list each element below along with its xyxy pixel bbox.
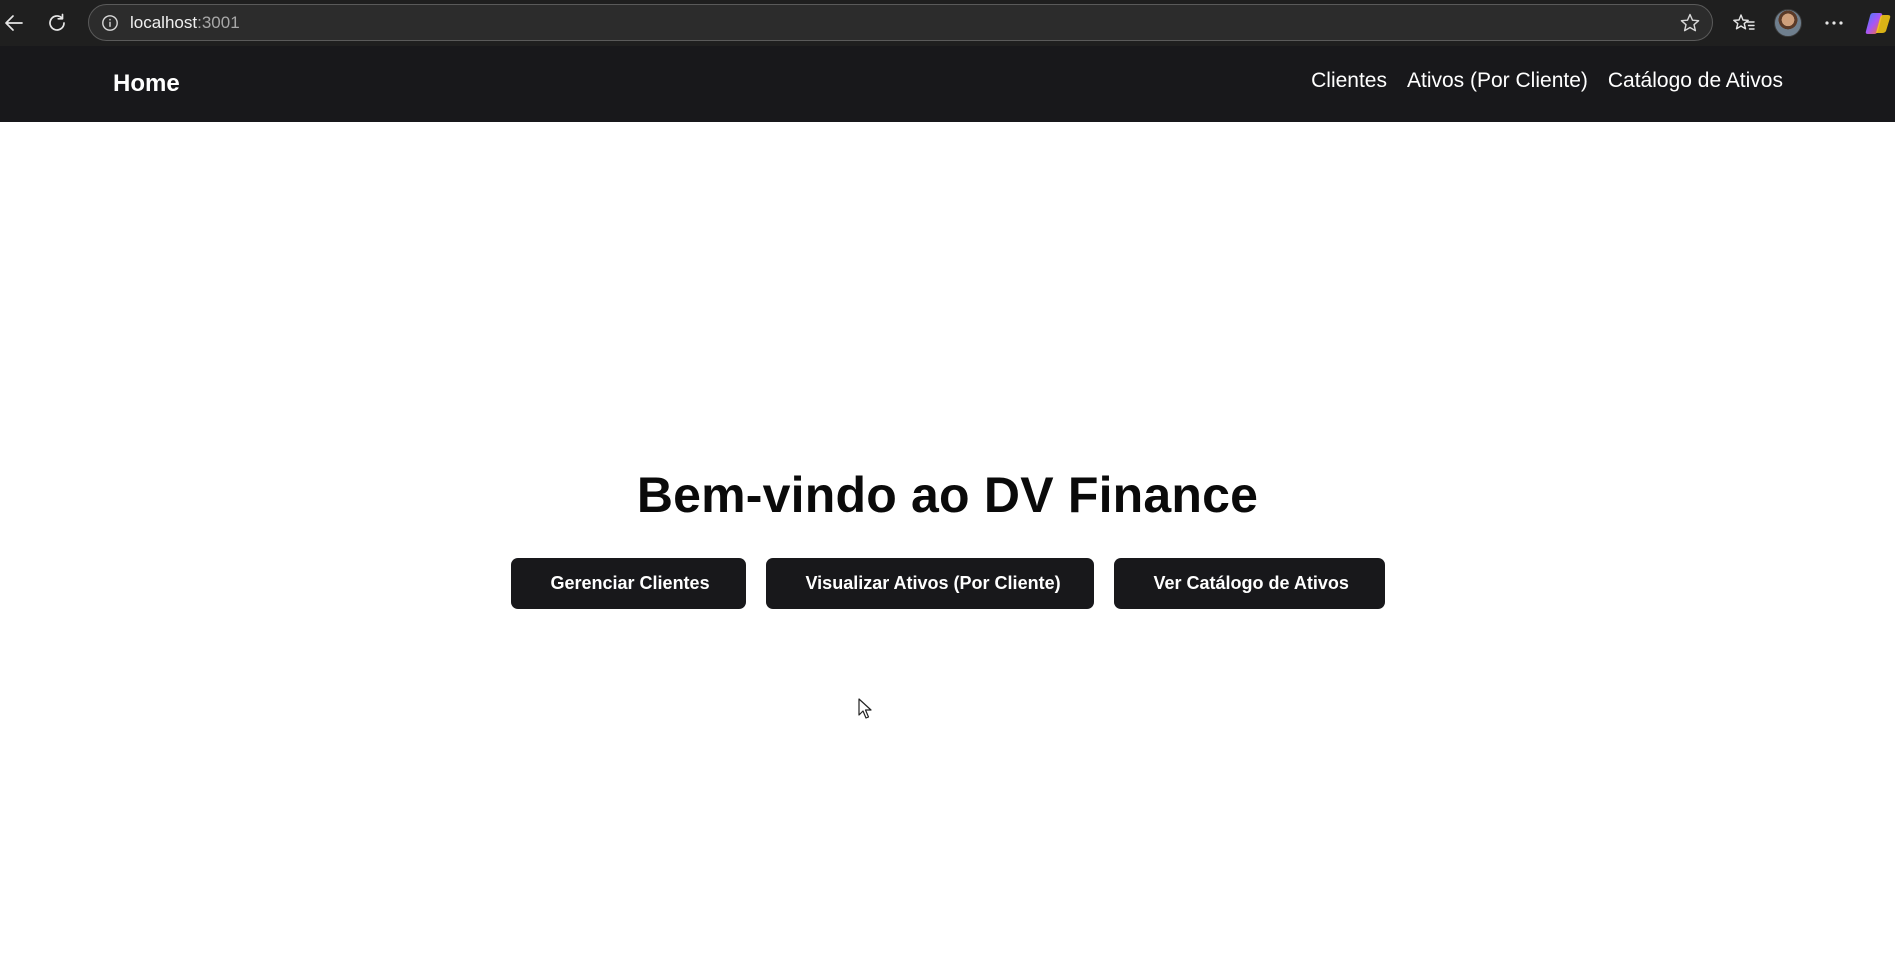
back-button[interactable]	[0, 7, 30, 39]
gerenciar-clientes-button[interactable]: Gerenciar Clientes	[510, 558, 746, 609]
nav-links: Clientes Ativos (Por Cliente) Catálogo d…	[1311, 69, 1783, 93]
nav-link-clientes[interactable]: Clientes	[1311, 69, 1387, 93]
arrow-left-icon	[5, 15, 23, 31]
info-icon[interactable]	[100, 13, 120, 33]
url-port: :3001	[197, 12, 240, 32]
copilot-icon[interactable]	[1864, 10, 1892, 36]
page-title: Bem-vindo ao DV Finance	[636, 467, 1259, 523]
mouse-cursor-icon	[858, 698, 872, 719]
profile-avatar[interactable]	[1774, 9, 1802, 37]
star-icon[interactable]	[1678, 11, 1702, 35]
app-navbar: Home Clientes Ativos (Por Cliente) Catál…	[0, 46, 1895, 122]
url-host: localhost	[130, 12, 198, 32]
nav-link-catalogo-de-ativos[interactable]: Catálogo de Ativos	[1608, 69, 1783, 93]
main-content: Bem-vindo ao DV Finance Gerenciar Client…	[0, 122, 1895, 968]
favorites-button[interactable]	[1728, 7, 1760, 39]
ellipsis-icon	[1825, 21, 1843, 25]
more-button[interactable]	[1818, 7, 1850, 39]
reload-icon	[49, 13, 65, 31]
nav-home-link[interactable]: Home	[113, 70, 180, 98]
address-bar[interactable]: localhost:3001	[88, 4, 1713, 41]
visualizar-ativos-button[interactable]: Visualizar Ativos (Por Cliente)	[765, 558, 1094, 609]
ver-catalogo-button[interactable]: Ver Catálogo de Ativos	[1113, 558, 1385, 609]
nav-link-ativos-por-cliente[interactable]: Ativos (Por Cliente)	[1407, 69, 1588, 93]
browser-toolbar: localhost:3001	[0, 0, 1895, 46]
hero-button-group: Gerenciar Clientes Visualizar Ativos (Po…	[0, 558, 1895, 609]
favorites-list-icon	[1733, 14, 1755, 30]
reload-button[interactable]	[41, 7, 73, 39]
